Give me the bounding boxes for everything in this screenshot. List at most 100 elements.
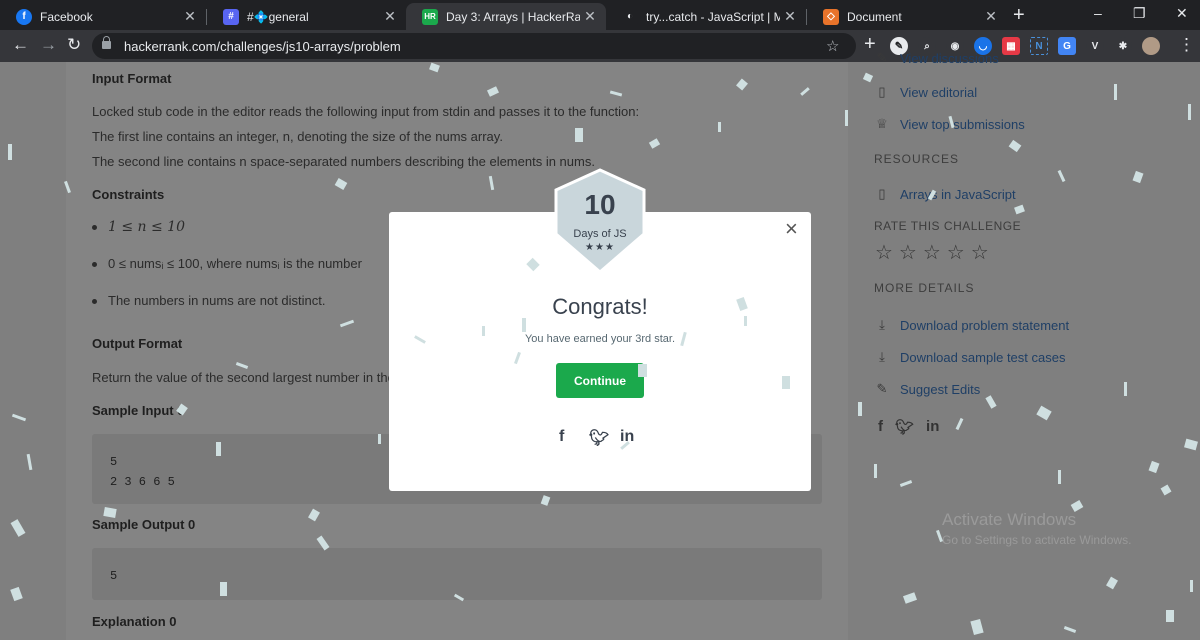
confetti-piece: [1188, 104, 1191, 120]
menu-icon[interactable]: ⋮: [1178, 35, 1195, 55]
address-bar[interactable]: hackerrank.com/challenges/js10-arrays/pr…: [92, 33, 856, 59]
close-tab-icon[interactable]: ✕: [580, 8, 600, 25]
tab-facebook[interactable]: f Facebook ✕: [0, 3, 206, 30]
discord-icon: #: [223, 8, 239, 25]
close-tab-icon[interactable]: ✕: [180, 8, 200, 25]
continue-button[interactable]: Continue: [556, 363, 644, 398]
hackerrank-icon: HR: [422, 8, 438, 25]
facebook-icon[interactable]: f: [878, 418, 883, 436]
link-label: Arrays in JavaScript: [900, 186, 1016, 202]
link-label: Download sample test cases: [900, 349, 1066, 365]
confetti-piece: [1124, 382, 1127, 396]
linkedin-icon[interactable]: in: [926, 418, 939, 436]
constraint-text: The numbers in nums are not distinct.: [108, 293, 326, 308]
confetti-piece: [782, 376, 790, 389]
explanation-title: Explanation 0: [92, 614, 177, 629]
confetti-piece: [1190, 580, 1193, 592]
close-window-button[interactable]: ✕: [1176, 5, 1188, 22]
link-label: View top submissions: [900, 116, 1025, 132]
confetti-piece: [1058, 470, 1061, 484]
reload-button[interactable]: ↻: [67, 35, 81, 55]
confetti-piece: [1166, 610, 1174, 622]
grid-extension-icon[interactable]: ▦: [1002, 37, 1020, 55]
confetti-piece: [718, 122, 721, 132]
avatar[interactable]: [1142, 37, 1160, 55]
facebook-share-icon[interactable]: f: [559, 428, 564, 446]
tab-mdn[interactable]: ◐ try...catch - JavaScript | MDN ✕: [606, 3, 806, 30]
book-icon: ▯: [878, 186, 886, 201]
download-tests-link[interactable]: ⤓ Download sample test cases: [874, 349, 1065, 365]
share-icons: f 🐦︎ in: [878, 418, 939, 436]
facebook-icon: f: [16, 8, 32, 25]
link-label: View discussions: [900, 52, 999, 66]
download-statement-link[interactable]: ⤓ Download problem statement: [874, 317, 1069, 333]
badge-stars: ★★★: [585, 242, 615, 253]
input-line-3: The second line contains n space-separat…: [92, 154, 595, 169]
confetti-piece: [8, 144, 12, 160]
constraint-text: 0 ≤ numsᵢ ≤ 100, where numsᵢ is the numb…: [108, 256, 362, 271]
confetti-piece: [858, 402, 862, 416]
confetti-piece: [638, 364, 647, 377]
link-label: Suggest Edits: [900, 381, 981, 397]
arrays-resource-link[interactable]: ▯ Arrays in JavaScript: [874, 186, 1016, 202]
tab-hackerrank[interactable]: HR Day 3: Arrays | HackerRank ✕: [406, 3, 606, 30]
confetti-piece: [378, 434, 381, 444]
constraint-item: 0 ≤ numsᵢ ≤ 100, where numsᵢ is the numb…: [92, 256, 362, 271]
close-icon[interactable]: ×: [785, 216, 798, 242]
suggest-edits-link[interactable]: ✎ Suggest Edits: [874, 381, 981, 397]
discussion-icon: ✎: [876, 52, 888, 65]
forward-button[interactable]: →: [40, 35, 57, 55]
download-icon: ⤓: [879, 317, 885, 332]
confetti-piece: [575, 128, 583, 142]
link-label: Download problem statement: [900, 317, 1070, 333]
badge-icon: [554, 168, 646, 274]
browser-toolbar: ← → ↻ hackerrank.com/challenges/js10-arr…: [0, 30, 1200, 62]
translate-icon[interactable]: G: [1058, 37, 1076, 55]
confetti-piece: [522, 318, 526, 332]
confetti-piece: [845, 110, 848, 126]
badge-label: Days of JS: [573, 228, 627, 240]
close-tab-icon[interactable]: ✕: [981, 8, 1001, 25]
vue-devtools-icon[interactable]: V: [1086, 37, 1104, 55]
earned-message: You have earned your 3rd star.: [524, 333, 676, 345]
more-details-heading: MORE DETAILS: [874, 281, 975, 295]
star-icon[interactable]: ☆: [826, 37, 839, 55]
output-line: Return the value of the second largest n…: [92, 370, 395, 385]
link-label: View editorial: [900, 84, 978, 100]
tab-title: try...catch - JavaScript | MDN: [646, 9, 780, 24]
sample-input-title: Sample Input 0: [92, 403, 185, 418]
maximize-button[interactable]: ❐: [1133, 5, 1146, 22]
confetti-piece: [1114, 84, 1117, 100]
constraints-title: Constraints: [92, 187, 165, 202]
puzzle-icon[interactable]: ✱: [1114, 37, 1132, 55]
code-line: 5: [110, 569, 118, 583]
close-tab-icon[interactable]: ✕: [380, 8, 400, 25]
confetti-piece: [744, 316, 747, 326]
mdn-icon: ◐: [622, 8, 638, 25]
twitter-share-icon[interactable]: 🐦︎: [589, 428, 609, 448]
twitter-icon[interactable]: 🐦︎: [895, 418, 914, 436]
rating-stars[interactable]: ☆☆☆☆☆: [875, 240, 995, 265]
xampp-icon: ◇: [823, 8, 839, 25]
windows-activation-title: Activate Windows: [942, 510, 1077, 529]
back-button[interactable]: ←: [12, 35, 29, 55]
input-line-2: The first line contains an integer, n, d…: [92, 129, 503, 144]
minimize-button[interactable]: –: [1094, 5, 1102, 21]
new-tab-button[interactable]: +: [1013, 4, 1025, 27]
tab-discord-general[interactable]: # #💠general ✕: [207, 3, 406, 30]
lock-icon: [102, 36, 111, 49]
confetti-piece: [482, 326, 485, 336]
confetti-piece: [874, 464, 877, 478]
confetti-piece: [103, 507, 117, 518]
n-extension-icon[interactable]: N: [1030, 37, 1048, 55]
tab-document[interactable]: ◇ Document ✕: [807, 3, 1007, 30]
download-icon: ⤓: [879, 349, 885, 364]
confetti-piece: [216, 442, 221, 456]
close-tab-icon[interactable]: ✕: [780, 8, 800, 25]
output-format-title: Output Format: [92, 336, 183, 351]
windows-activation-subtitle: Go to Settings to activate Windows.: [942, 533, 1132, 547]
view-discussions-link[interactable]: ✎ View discussions: [874, 52, 999, 66]
view-editorial-link[interactable]: ▯ View editorial: [874, 84, 977, 100]
badge-number: 10: [584, 189, 616, 220]
tab-title: Document: [847, 9, 902, 24]
